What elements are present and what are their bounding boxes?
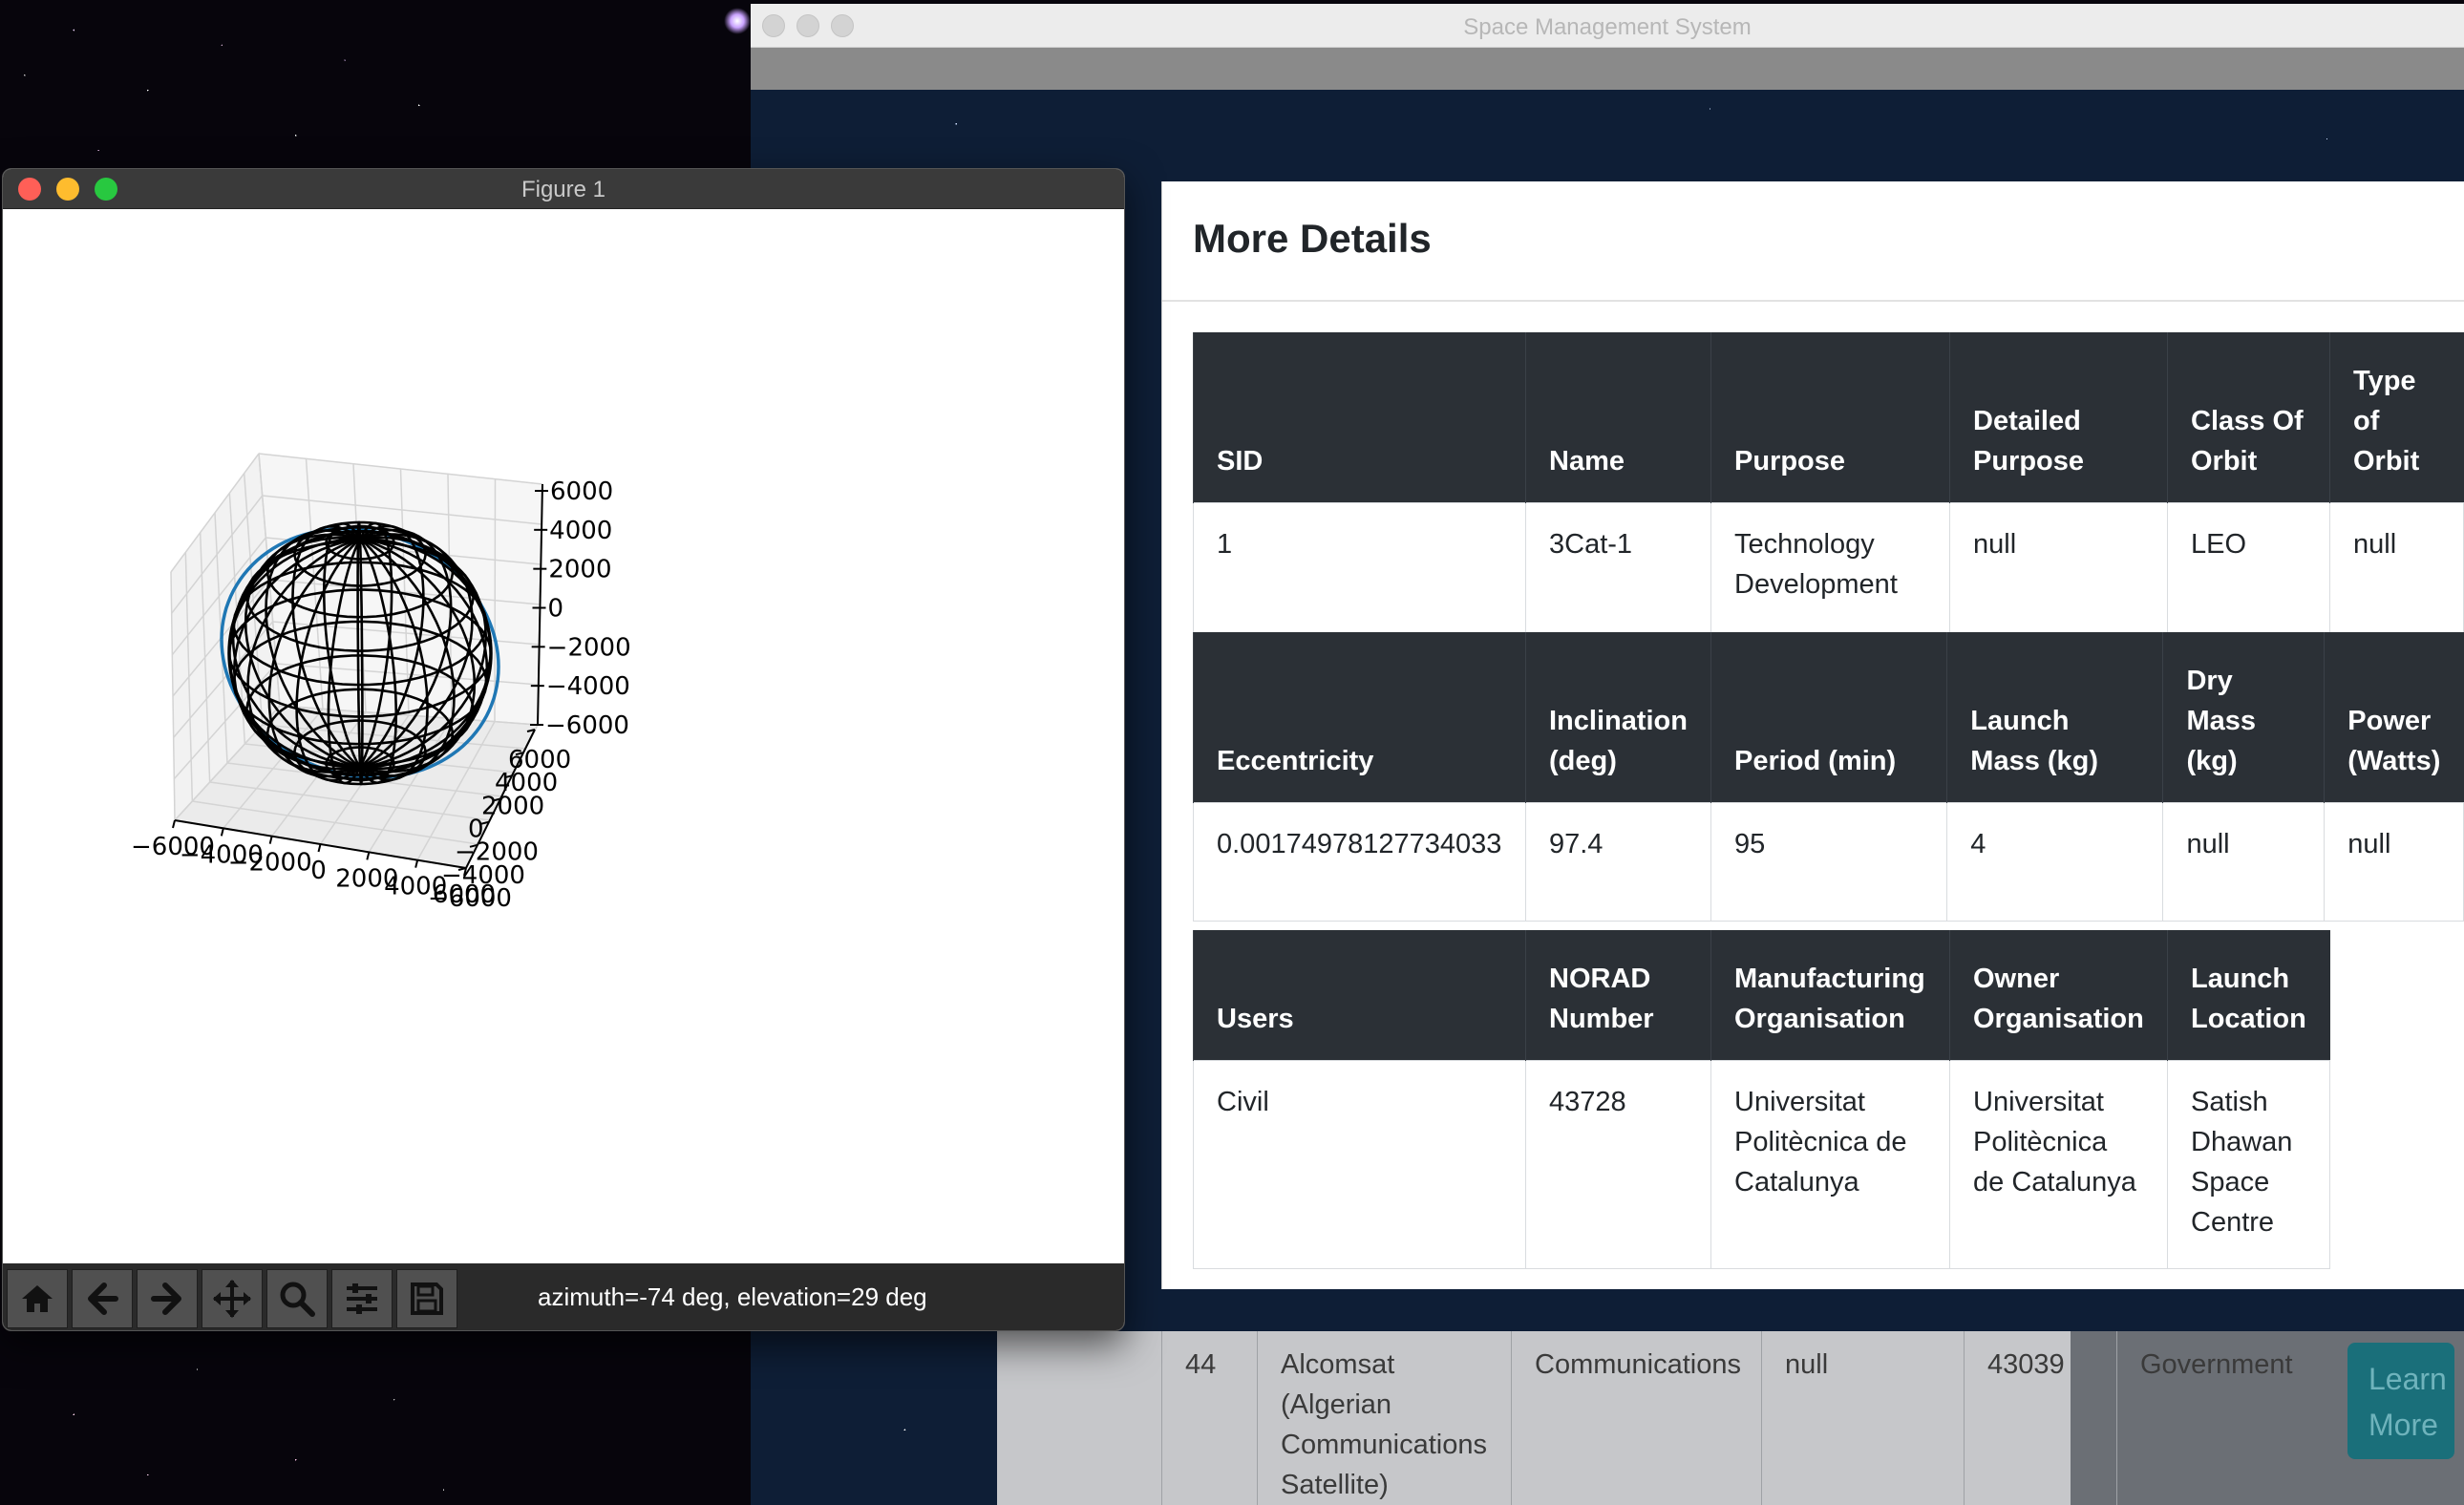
modal-title: More Details xyxy=(1193,216,1432,261)
table-cell-name: Alcomsat (Algerian Communications Satell… xyxy=(1257,1331,1511,1505)
header-class-of-orbit: Class Of Orbit xyxy=(2167,332,2330,502)
header-power: Power (Watts) xyxy=(2324,632,2464,802)
figure-toolbar: azimuth=-74 deg, elevation=29 deg xyxy=(3,1263,1124,1330)
value-launch-mass: 4 xyxy=(1946,801,2164,922)
header-inclination: Inclination (deg) xyxy=(1524,632,1711,802)
x-tick-mark xyxy=(414,859,419,868)
header-owner-organisation: Owner Organisation xyxy=(1949,930,2168,1060)
back-pane xyxy=(258,453,543,726)
value-inclination: 97.4 xyxy=(1524,801,1711,922)
z-tick-label: −4000 xyxy=(546,672,630,701)
header-name: Name xyxy=(1525,332,1711,502)
x-tick-mark xyxy=(317,843,322,853)
home-icon[interactable] xyxy=(7,1269,68,1328)
main-toolbar xyxy=(751,48,2464,90)
value-dry-mass: null xyxy=(2162,801,2326,922)
header-period: Period (min) xyxy=(1710,632,1947,802)
details-table-2: Eccentricity Inclination (deg) Period (m… xyxy=(1193,632,2464,922)
value-manufacturing-organisation: Universitat Politècnica de Catalunya xyxy=(1710,1059,1950,1269)
table-cell-sid: 44 xyxy=(1161,1331,1257,1505)
header-sid: SID xyxy=(1193,332,1526,502)
value-type-of-orbit: null xyxy=(2329,501,2464,633)
header-manufacturing-organisation: Manufacturing Organisation xyxy=(1710,930,1950,1060)
table-cell-detail: null xyxy=(1761,1331,1964,1505)
divider xyxy=(1162,300,2464,302)
z-tick-label: 0 xyxy=(548,595,564,624)
x-tick-mark xyxy=(172,819,176,829)
save-icon[interactable] xyxy=(396,1269,457,1328)
z-tick-label: 2000 xyxy=(548,556,611,584)
value-detailed-purpose: null xyxy=(1949,501,2168,633)
table-cell-purpose: Communications xyxy=(1511,1331,1761,1505)
z-tick-label: 6000 xyxy=(550,477,613,506)
main-titlebar: Space Management System xyxy=(751,4,2464,48)
value-eccentricity: 0.00174978127734033 xyxy=(1193,801,1526,922)
header-dry-mass: Dry Mass (kg) xyxy=(2162,632,2325,802)
header-launch-mass: Launch Mass (kg) xyxy=(1946,632,2163,802)
orbit-3d-plot[interactable]: −6000−4000−20000 200040006000600040002000… xyxy=(3,209,1125,1263)
value-owner-organisation: Universitat Politècnica de Catalunya xyxy=(1949,1059,2168,1269)
x-tick-label: −2000 xyxy=(228,849,312,878)
header-launch-location: Launch Location xyxy=(2167,930,2330,1060)
details-table-3: Users NORAD Number Manufacturing Organis… xyxy=(1193,930,2330,1269)
forward-arrow-icon[interactable] xyxy=(137,1269,198,1328)
header-norad-number: NORAD Number xyxy=(1525,930,1711,1060)
table-cell-owner: Government xyxy=(2116,1331,2307,1505)
zoom-icon[interactable] xyxy=(266,1269,328,1328)
header-eccentricity: Eccentricity xyxy=(1193,632,1526,802)
figure-title: Figure 1 xyxy=(520,177,606,202)
value-users: Civil xyxy=(1193,1059,1526,1269)
configure-subplots-icon[interactable] xyxy=(331,1269,393,1328)
x-tick-mark xyxy=(366,852,371,860)
z-tick-label: 4000 xyxy=(549,517,612,545)
status-text: azimuth=-74 deg, elevation=29 deg xyxy=(538,1282,927,1311)
x-tick-mark xyxy=(268,836,273,844)
header-purpose: Purpose xyxy=(1710,332,1950,502)
bright-star xyxy=(724,8,751,34)
window-title: Space Management System xyxy=(1463,14,1752,40)
header-detailed-purpose: Detailed Purpose xyxy=(1949,332,2168,502)
value-sid: 1 xyxy=(1193,501,1526,633)
details-modal: More Details SID Name Purpose Detailed P… xyxy=(1161,181,2464,1289)
plot-canvas[interactable]: −6000 −4000 −2000 0 2000 4000 6000 6000 4000 2000… xyxy=(3,209,1125,1263)
value-name: 3Cat-1 xyxy=(1525,501,1711,633)
details-table-1: SID Name Purpose Detailed Purpose Class … xyxy=(1193,332,2464,633)
value-norad-number: 43728 xyxy=(1525,1059,1711,1269)
figure-titlebar: Figure 1 xyxy=(3,169,1124,209)
figure-window: Figure 1 −6000 −4000 −2000 0 2000 4000 6000 600… xyxy=(2,168,1125,1331)
value-period: 95 xyxy=(1710,801,1948,922)
value-purpose: Technology Development xyxy=(1710,501,1950,633)
header-users: Users xyxy=(1193,930,1526,1060)
x-tick-mark xyxy=(220,828,224,837)
grid-line xyxy=(494,478,497,722)
z-tick-label: −2000 xyxy=(547,633,631,662)
value-launch-location: Satish Dhawan Space Centre xyxy=(2167,1059,2330,1269)
value-power: null xyxy=(2324,801,2464,922)
x-tick-label: 0 xyxy=(310,857,327,885)
learn-more-button[interactable]: Learn More xyxy=(2347,1343,2454,1459)
header-type-of-orbit: Type of Orbit xyxy=(2329,332,2464,502)
y-tick-label: 2000 xyxy=(481,792,544,820)
z-tick-label: −6000 xyxy=(545,711,629,740)
value-class-of-orbit: LEO xyxy=(2167,501,2330,633)
back-arrow-icon[interactable] xyxy=(72,1269,133,1328)
table-cell xyxy=(997,1331,1161,1505)
y-tick-label: −6000 xyxy=(428,884,512,913)
table-row: 44 Alcomsat (Algerian Communications Sat… xyxy=(997,1331,2293,1505)
table-cell-norad: 43039 xyxy=(1964,1331,2116,1505)
pan-icon[interactable] xyxy=(202,1269,263,1328)
